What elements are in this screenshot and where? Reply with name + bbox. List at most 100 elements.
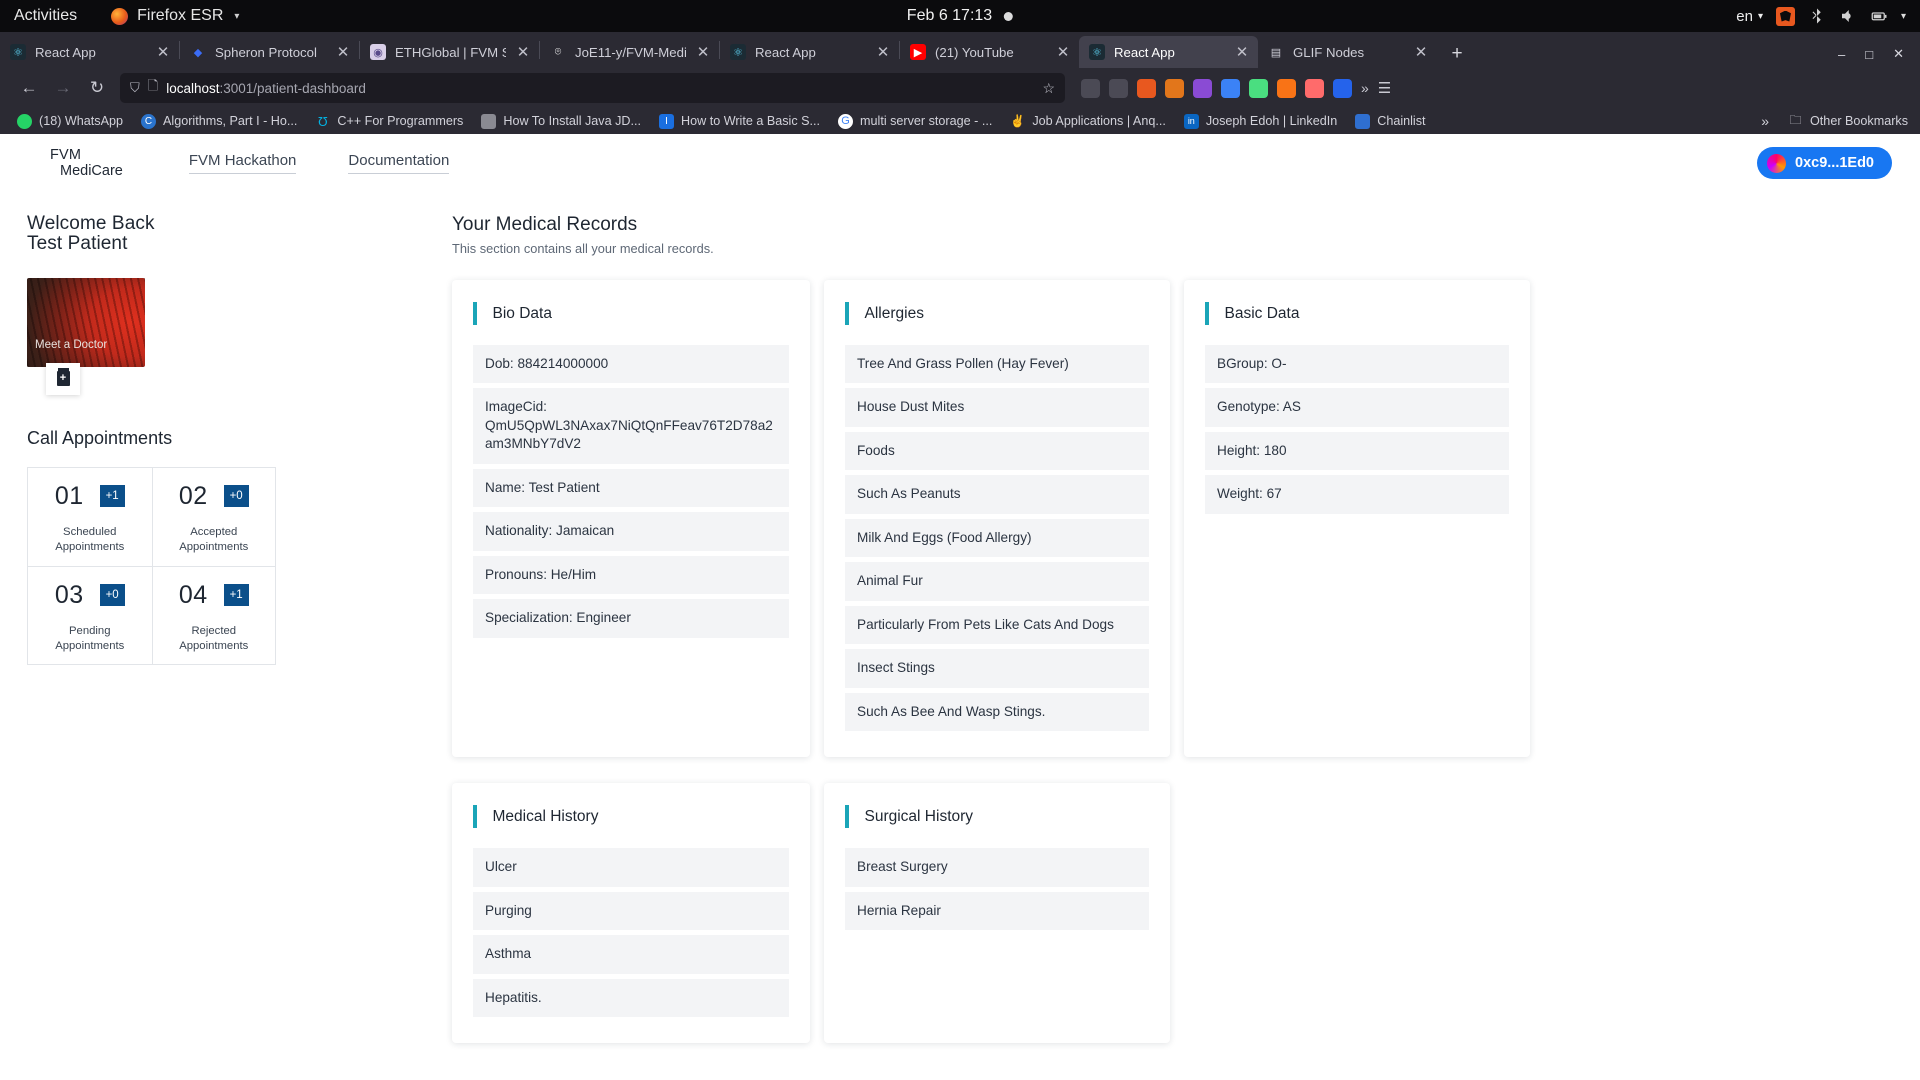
wallet-address-button[interactable]: 0xc9...1Ed0	[1757, 147, 1892, 179]
list-item: House Dust Mites	[845, 388, 1149, 427]
account-icon[interactable]	[1333, 78, 1352, 98]
forward-button[interactable]: →	[46, 73, 80, 103]
tab-close-icon[interactable]: ✕	[1234, 45, 1250, 60]
bookmark-star-icon[interactable]: ☆	[1042, 80, 1055, 97]
wallet-extension-icon[interactable]	[1193, 78, 1212, 98]
welcome-line-1: Welcome Back	[27, 213, 155, 234]
new-tab-button[interactable]: +	[1443, 40, 1471, 68]
clock-label: Feb 6 17:13	[906, 7, 993, 24]
appointment-card-pending[interactable]: 03 +0 Pending Appointments	[27, 565, 152, 665]
volume-icon[interactable]	[1839, 7, 1857, 25]
card-allergies: Allergies Tree And Grass Pollen (Hay Fev…	[824, 280, 1170, 758]
minimize-button[interactable]: –	[1838, 47, 1845, 62]
appointment-card-scheduled[interactable]: 01 +1 Scheduled Appointments	[27, 466, 152, 566]
ethglobal-icon: ◉	[370, 44, 386, 60]
appointment-card-accepted[interactable]: 02 +0 Accepted Appointments	[151, 466, 276, 566]
page-info-icon[interactable]: 🗋	[148, 77, 158, 99]
firefox-icon	[111, 7, 129, 25]
list-item: ImageCid: QmU5QpWL3NAxax7NiQtQnFFeav76T2…	[473, 388, 789, 464]
tab-close-icon[interactable]: ✕	[515, 45, 531, 60]
card-rows: Breast Surgery Hernia Repair	[845, 848, 1149, 931]
bookmark-item[interactable]: C Algorithms, Part I - Ho...	[132, 113, 306, 129]
window-controls: – □ ✕	[1828, 46, 1920, 68]
address-bar[interactable]: ⛉ 🗋 localhost:3001/patient-dashboard ☆	[120, 73, 1065, 103]
meet-a-doctor-button[interactable]	[46, 362, 80, 395]
extension-toolbar: » ☰	[1081, 78, 1391, 98]
browser-tab[interactable]: ◆ Spheron Protocol ✕	[180, 36, 359, 68]
list-item: BGroup: O-	[1205, 345, 1509, 384]
bookmark-item[interactable]: (18) WhatsApp	[8, 113, 132, 129]
react-icon: ⚛	[10, 44, 26, 60]
browser-tab[interactable]: ▤ GLIF Nodes ✕	[1258, 36, 1437, 68]
maximize-button[interactable]: □	[1865, 47, 1873, 62]
chevron-down-icon: ▾	[1757, 10, 1763, 22]
other-bookmarks-folder[interactable]: 🗀 Other Bookmarks	[1779, 113, 1909, 129]
bookmark-item[interactable]: Ʊ C++ For Programmers	[306, 114, 472, 129]
bookmark-item[interactable]: How To Install Java JD...	[472, 113, 650, 129]
bookmark-item[interactable]: G multi server storage - ...	[829, 113, 1001, 129]
tab-close-icon[interactable]: ✕	[335, 45, 351, 60]
browser-tab[interactable]: ◉ ETHGlobal | FVM Space \ ✕	[360, 36, 539, 68]
bookmark-item[interactable]: I How to Write a Basic S...	[650, 113, 829, 129]
tab-close-icon[interactable]: ✕	[155, 45, 171, 60]
current-app-menu[interactable]: Firefox ESR ▾	[111, 7, 239, 25]
list-item: Hepatitis.	[473, 978, 789, 1018]
close-window-button[interactable]: ✕	[1893, 46, 1904, 62]
os-top-bar: Activities Firefox ESR ▾ Feb 6 17:13 en …	[0, 0, 1920, 32]
back-button[interactable]: ←	[12, 73, 46, 103]
browser-tab-active[interactable]: ⚛ React App ✕	[1079, 36, 1258, 68]
card-title: Allergies	[864, 304, 924, 322]
list-item: Foods	[845, 431, 1149, 471]
tab-close-icon[interactable]: ✕	[1413, 45, 1429, 60]
activities-button[interactable]: Activities	[14, 7, 77, 25]
keplr-icon[interactable]	[1221, 78, 1240, 98]
app-logo[interactable]: FVM MediCare	[50, 147, 123, 179]
list-item: Purging	[473, 891, 789, 931]
brand-line-1: FVM	[50, 146, 82, 163]
browser-tab[interactable]: ⚛ React App ✕	[0, 36, 179, 68]
reload-button[interactable]: ↻	[80, 73, 114, 103]
power-caret-icon[interactable]: ▾	[1901, 11, 1906, 22]
rabby-icon[interactable]	[1277, 78, 1296, 98]
language-indicator[interactable]: en ▾	[1736, 8, 1763, 25]
app-header: FVM MediCare FVM Hackathon Documentation…	[0, 134, 1920, 192]
record-dot-icon	[1004, 11, 1014, 21]
bookmarks-overflow-icon[interactable]: »	[1761, 113, 1769, 129]
bookmark-item[interactable]: in Joseph Edoh | LinkedIn	[1175, 113, 1346, 129]
extensions-overflow-icon[interactable]: »	[1361, 80, 1369, 96]
list-item: Hernia Repair	[845, 891, 1149, 931]
navigation-toolbar: ← → ↻ ⛉ 🗋 localhost:3001/patient-dashboa…	[0, 68, 1920, 108]
current-app-label: Firefox ESR	[137, 7, 224, 24]
os-status-area[interactable]: en ▾ ▾	[1736, 6, 1920, 26]
meet-a-doctor-card[interactable]: Meet a Doctor	[27, 277, 145, 395]
list-item: Height: 180	[1205, 431, 1509, 471]
browser-tab[interactable]: ▶ (21) YouTube ✕	[900, 36, 1079, 68]
downloads-icon[interactable]	[1109, 78, 1128, 98]
app-menu-icon[interactable]: ☰	[1378, 79, 1391, 97]
phantom-icon[interactable]	[1249, 78, 1268, 98]
bookmark-item[interactable]: Chainlist	[1346, 113, 1434, 129]
welcome-heading: Welcome Back Test Patient	[27, 214, 452, 254]
brave-rewards-icon[interactable]	[1137, 78, 1156, 98]
pocket-icon[interactable]	[1081, 78, 1100, 98]
bookmark-item[interactable]: ✌ Job Applications | Anq...	[1001, 114, 1175, 129]
argent-icon[interactable]	[1305, 78, 1324, 98]
nav-link-documentation[interactable]: Documentation	[348, 152, 450, 174]
bluetooth-icon[interactable]	[1808, 7, 1826, 25]
card-accent-bar	[473, 805, 477, 829]
browser-tab[interactable]: ⌾ JoE11-y/FVM-Medicare: ✕	[540, 36, 719, 68]
records-cards-row-2: Medical History Ulcer Purging Asthma Hep…	[452, 783, 1892, 1044]
tab-close-icon[interactable]: ✕	[875, 45, 891, 60]
brave-shield-icon[interactable]	[1775, 6, 1795, 26]
shield-icon[interactable]: ⛉	[130, 80, 140, 96]
os-clock-area[interactable]: Feb 6 17:13	[906, 7, 1014, 25]
tab-close-icon[interactable]: ✕	[695, 45, 711, 60]
metamask-icon[interactable]	[1165, 78, 1184, 98]
records-cards-row-1: Bio Data Dob: 884214000000 ImageCid: QmU…	[452, 280, 1892, 758]
appointment-card-rejected[interactable]: 04 +1 Rejected Appointments	[151, 565, 276, 665]
battery-icon[interactable]	[1870, 7, 1888, 25]
nav-link-fvm-hackathon[interactable]: FVM Hackathon	[188, 152, 297, 174]
tab-close-icon[interactable]: ✕	[1055, 45, 1071, 60]
browser-tab[interactable]: ⚛ React App ✕	[720, 36, 899, 68]
dashboard-body: Welcome Back Test Patient Meet a Doctor …	[0, 192, 1920, 1044]
